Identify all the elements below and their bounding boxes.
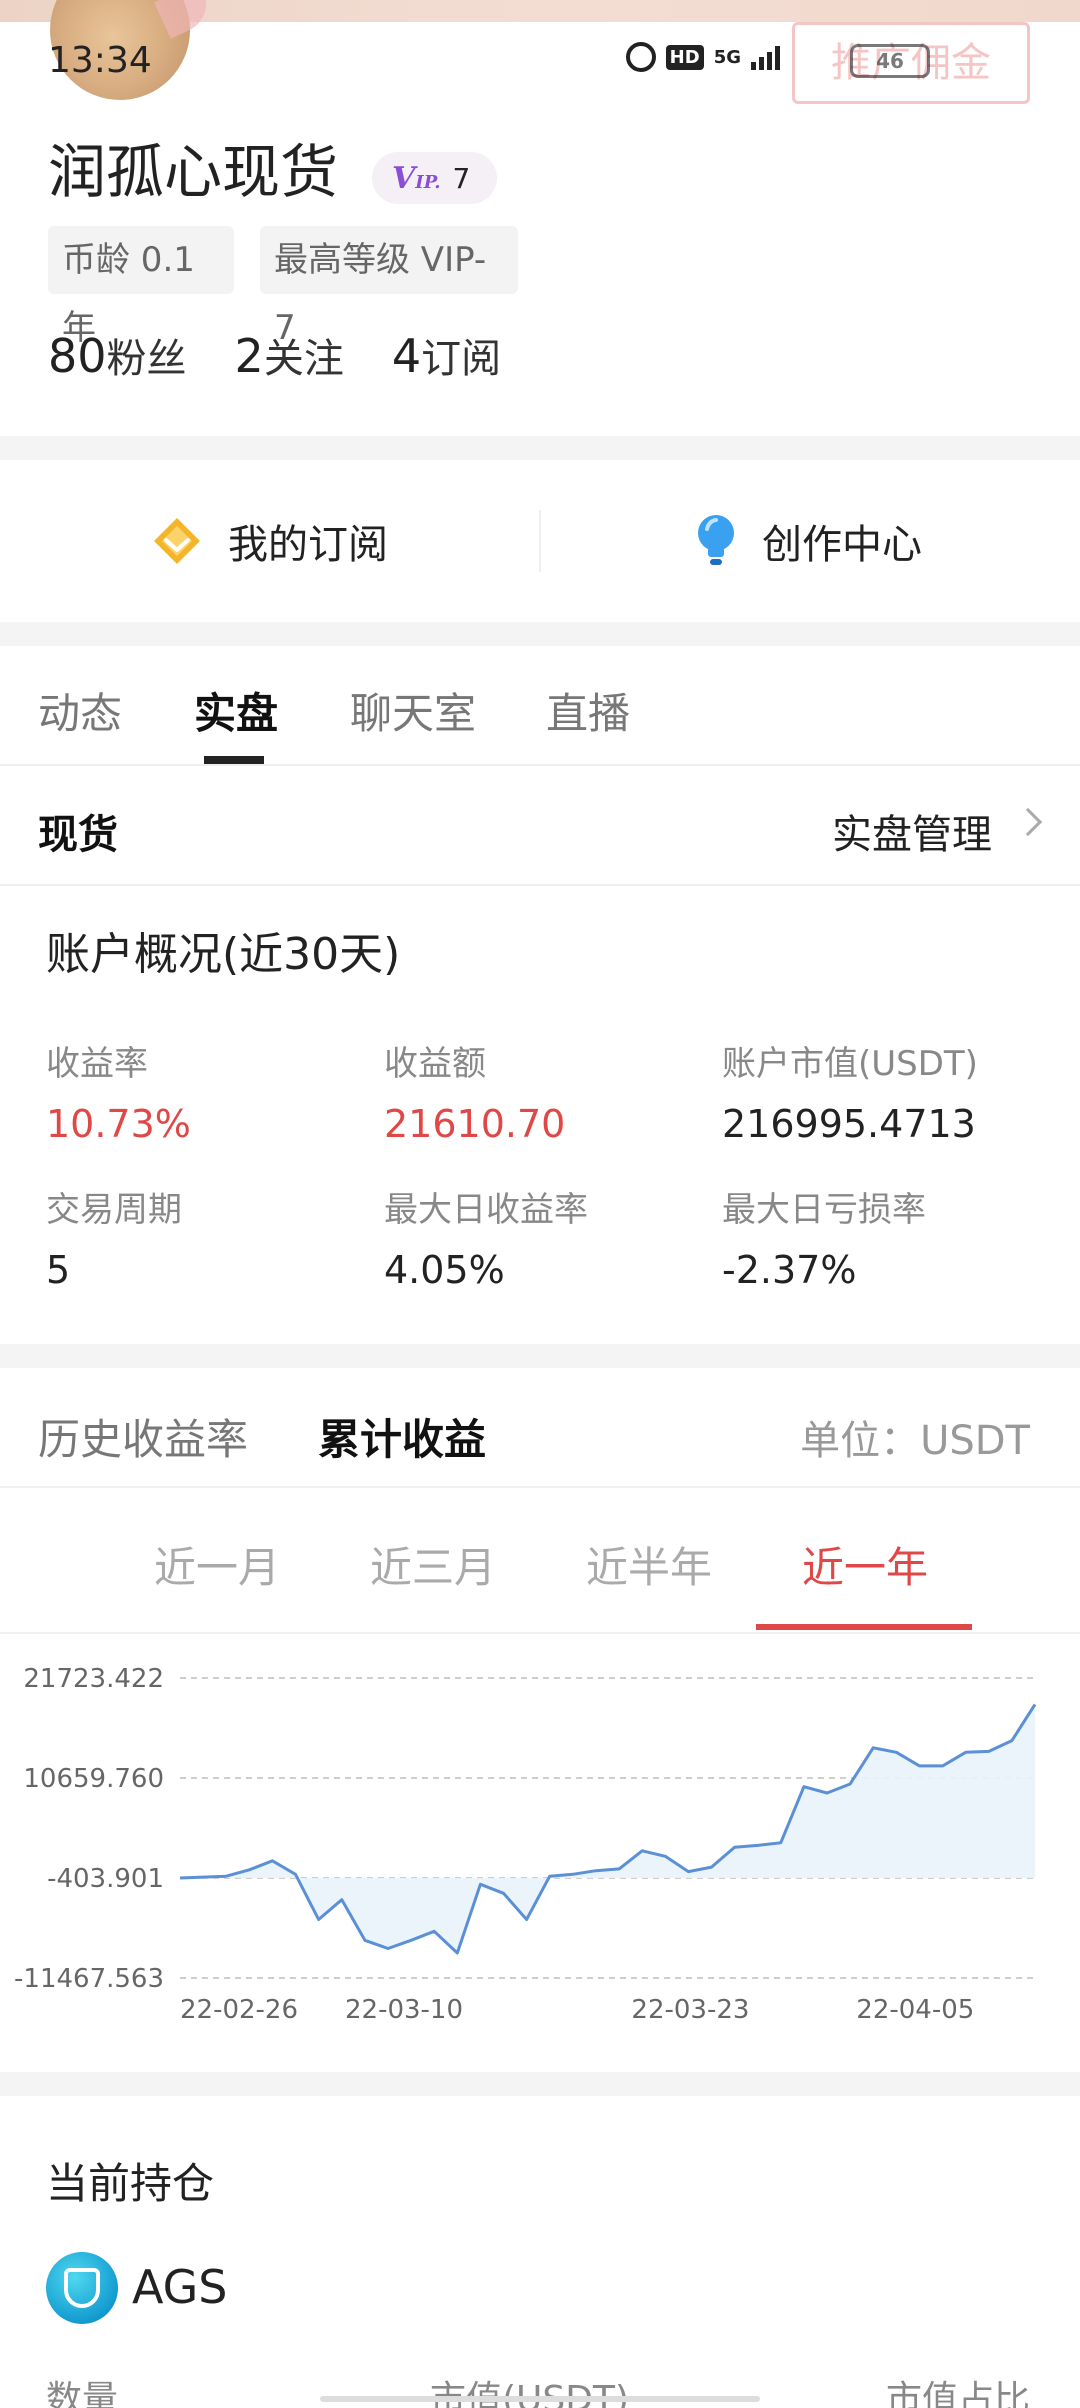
unit-label: 单位：USDT [800, 1418, 1030, 1464]
y-tick-label: -403.901 [47, 1864, 164, 1894]
tab-history-return[interactable]: 历史收益率 [38, 1406, 248, 1467]
range-tabs: 近一月 近三月 近半年 近一年 [0, 1488, 1080, 1634]
my-subscription-label: 我的订阅 [228, 522, 388, 568]
followers-stat[interactable]: 80 粉丝 [48, 326, 187, 384]
spot-title: 现货 [38, 812, 118, 858]
tab-cumulative-profit[interactable]: 累计收益 [318, 1406, 486, 1467]
subscriptions-label: 订阅 [421, 336, 502, 382]
vip-level: 7 [452, 161, 471, 195]
metric-label: 收益率 [46, 1044, 148, 1084]
metric-label: 最大日亏损率 [722, 1190, 926, 1230]
col-ratio: 市值占比 [886, 2379, 1031, 2408]
vip-logo-icon: VIP. [392, 160, 441, 196]
metric-label: 账户市值(USDT) [722, 1044, 978, 1084]
status-time: 13:34 [48, 40, 152, 81]
col-market-value: 市值(USDT) [430, 2379, 630, 2408]
series-area [180, 1704, 1035, 1953]
vip-badge[interactable]: VIP. 7 [372, 152, 497, 204]
profile-tabs: 动态 实盘 聊天室 直播 [0, 646, 1080, 766]
range-6m[interactable]: 近半年 [586, 1534, 712, 1595]
x-tick-label: 22-03-23 [631, 1995, 749, 2025]
battery-icon: 46 [850, 44, 930, 78]
coin-icon [46, 2252, 118, 2324]
followers-label: 粉丝 [106, 336, 187, 382]
cumulative-profit-chart: 21723.422 10659.760 -403.901 -11467.563 22-0… [0, 1640, 1080, 2040]
y-tick-label: 10659.760 [23, 1764, 164, 1794]
subscriptions-stat[interactable]: 4 订阅 [392, 326, 501, 384]
tab-livestream[interactable]: 直播 [546, 680, 630, 741]
max-level-tag: 最高等级 VIP-7 [260, 226, 518, 348]
coin-age-tag: 币龄 0.1年 [48, 226, 234, 348]
network-label: 5G [713, 46, 741, 68]
market-value: 216995.4713 [722, 1102, 976, 1146]
section-divider [0, 436, 1080, 460]
profile-header: 13:34 推广佣金 HD 5G 46 润孤心现货 VIP. 7 币龄 0.1年… [0, 0, 1080, 436]
profit-tabs: 历史收益率 累计收益 单位：USDT [0, 1368, 1080, 1488]
holdings-title: 当前持仓 [46, 2159, 215, 2208]
spot-header: 现货 实盘管理 [0, 768, 1080, 886]
col-quantity: 数量 [46, 2379, 119, 2408]
section-divider [0, 2072, 1080, 2096]
section-divider [0, 622, 1080, 646]
max-daily-gain-value: 4.05% [384, 1248, 505, 1292]
following-stat[interactable]: 2 关注 [235, 326, 344, 384]
tab-live-trading[interactable]: 实盘 [194, 680, 278, 741]
profile-stats: 80 粉丝 2 关注 4 订阅 [48, 326, 501, 384]
metric-label: 交易周期 [46, 1190, 182, 1230]
range-1y[interactable]: 近一年 [802, 1534, 928, 1595]
return-rate-value: 10.73% [46, 1102, 191, 1146]
chevron-right-icon[interactable] [1013, 807, 1043, 837]
x-tick-label: 22-02-26 [180, 1995, 298, 2025]
metric-label: 最大日收益率 [384, 1190, 588, 1230]
diamond-icon [154, 518, 200, 564]
y-tick-label: 21723.422 [23, 1664, 164, 1694]
creator-center-button[interactable]: 创作中心 [694, 460, 922, 622]
subscriptions-count: 4 [391, 329, 422, 383]
live-management-link[interactable]: 实盘管理 [832, 802, 992, 860]
active-tab-indicator [204, 756, 264, 764]
alarm-icon [625, 42, 656, 72]
following-label: 关注 [263, 336, 344, 382]
lightbulb-icon [698, 515, 734, 565]
profit-amount-value: 21610.70 [384, 1102, 566, 1146]
vertical-divider [539, 510, 541, 572]
creator-center-label: 创作中心 [762, 522, 922, 568]
tab-chatroom[interactable]: 聊天室 [350, 680, 476, 741]
active-range-indicator [756, 1624, 972, 1630]
range-3m[interactable]: 近三月 [370, 1534, 496, 1595]
signal-icon [751, 44, 780, 70]
my-subscription-button[interactable]: 我的订阅 [150, 460, 388, 622]
tab-dynamics[interactable]: 动态 [38, 680, 122, 741]
status-icons: HD 5G [625, 42, 780, 72]
overview-title: 账户概况(近30天) [46, 929, 401, 980]
username: 润孤心现货 [48, 138, 339, 206]
x-tick-label: 22-03-10 [345, 1995, 463, 2025]
y-tick-label: -11467.563 [14, 1964, 164, 1994]
coin-name[interactable]: AGS [132, 2260, 228, 2314]
followers-count: 80 [48, 329, 107, 383]
shortcut-row: 我的订阅 创作中心 [0, 460, 1080, 622]
x-tick-label: 22-04-05 [856, 1995, 974, 2025]
chart-svg: 21723.422 10659.760 -403.901 -11467.563 22-0… [14, 1664, 1037, 2025]
following-count: 2 [234, 329, 264, 383]
section-divider [0, 1344, 1080, 1368]
hd-icon: HD [665, 44, 704, 70]
metric-label: 收益额 [384, 1044, 486, 1084]
max-daily-loss-value: -2.37% [722, 1248, 857, 1292]
trade-period-value: 5 [46, 1248, 71, 1292]
home-indicator[interactable] [320, 2396, 760, 2402]
range-1m[interactable]: 近一月 [154, 1534, 280, 1595]
